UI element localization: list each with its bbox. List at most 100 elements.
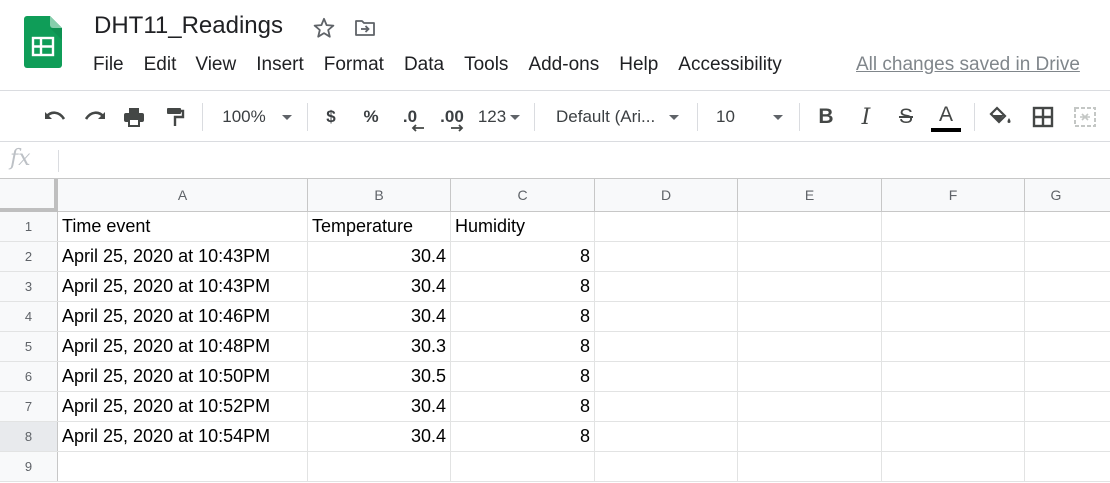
cell-g7[interactable] (1025, 392, 1110, 421)
google-sheets-logo[interactable] (24, 16, 62, 68)
formula-input[interactable] (66, 147, 1096, 175)
column-header-e[interactable]: E (738, 179, 882, 211)
redo-button[interactable] (80, 91, 110, 143)
paint-format-button[interactable] (160, 91, 190, 143)
cell-d3[interactable] (595, 272, 738, 301)
row-header[interactable]: 1 (0, 212, 58, 241)
cell-c2[interactable]: 8 (451, 242, 595, 271)
cell-a3[interactable]: April 25, 2020 at 10:43PM (58, 272, 308, 301)
cell-g9[interactable] (1025, 452, 1110, 481)
cell-d2[interactable] (595, 242, 738, 271)
star-icon[interactable] (312, 16, 336, 40)
cell-a9[interactable] (58, 452, 308, 481)
menu-edit[interactable]: Edit (144, 54, 177, 78)
cell-a7[interactable]: April 25, 2020 at 10:52PM (58, 392, 308, 421)
cell-f1[interactable] (882, 212, 1025, 241)
font-size-dropdown[interactable]: 10 (708, 91, 794, 143)
cell-d7[interactable] (595, 392, 738, 421)
cell-g2[interactable] (1025, 242, 1110, 271)
menu-insert[interactable]: Insert (256, 54, 304, 78)
cell-b3[interactable]: 30.4 (308, 272, 451, 301)
column-header-a[interactable]: A (58, 179, 308, 211)
cell-d1[interactable] (595, 212, 738, 241)
cell-g3[interactable] (1025, 272, 1110, 301)
cell-a6[interactable]: April 25, 2020 at 10:50PM (58, 362, 308, 391)
cell-d9[interactable] (595, 452, 738, 481)
menu-tools[interactable]: Tools (464, 54, 508, 78)
cell-g1[interactable] (1025, 212, 1110, 241)
menu-add-ons[interactable]: Add-ons (528, 54, 599, 78)
column-header-g[interactable]: G (1025, 179, 1110, 211)
italic-button[interactable]: I (852, 91, 880, 143)
cell-a1[interactable]: Time event (58, 212, 308, 241)
cell-b4[interactable]: 30.4 (308, 302, 451, 331)
borders-button[interactable] (1028, 91, 1058, 143)
cell-c9[interactable] (451, 452, 595, 481)
row-header[interactable]: 9 (0, 452, 58, 481)
row-header[interactable]: 8 (0, 422, 58, 451)
cell-a8[interactable]: April 25, 2020 at 10:54PM (58, 422, 308, 451)
decrease-decimal-button[interactable]: .0 (394, 91, 426, 143)
cell-f3[interactable] (882, 272, 1025, 301)
cell-g4[interactable] (1025, 302, 1110, 331)
text-color-button[interactable]: A (928, 91, 964, 143)
bold-button[interactable]: B (812, 91, 840, 143)
cell-e6[interactable] (738, 362, 882, 391)
cell-d8[interactable] (595, 422, 738, 451)
format-currency-button[interactable]: $ (318, 91, 344, 143)
cell-e4[interactable] (738, 302, 882, 331)
row-header[interactable]: 5 (0, 332, 58, 361)
cell-g6[interactable] (1025, 362, 1110, 391)
undo-button[interactable] (40, 91, 70, 143)
cell-e3[interactable] (738, 272, 882, 301)
cell-d6[interactable] (595, 362, 738, 391)
column-header-b[interactable]: B (308, 179, 451, 211)
cell-f2[interactable] (882, 242, 1025, 271)
column-header-d[interactable]: D (595, 179, 738, 211)
cell-f9[interactable] (882, 452, 1025, 481)
strikethrough-button[interactable]: S (892, 91, 920, 143)
cell-g8[interactable] (1025, 422, 1110, 451)
cell-e8[interactable] (738, 422, 882, 451)
fill-color-button[interactable] (986, 91, 1016, 143)
menu-file[interactable]: File (93, 54, 124, 78)
cell-b7[interactable]: 30.4 (308, 392, 451, 421)
cell-e9[interactable] (738, 452, 882, 481)
column-header-c[interactable]: C (451, 179, 595, 211)
cell-e2[interactable] (738, 242, 882, 271)
cell-g5[interactable] (1025, 332, 1110, 361)
cell-b8[interactable]: 30.4 (308, 422, 451, 451)
cell-b9[interactable] (308, 452, 451, 481)
column-header-f[interactable]: F (882, 179, 1025, 211)
cell-e1[interactable] (738, 212, 882, 241)
cell-b6[interactable]: 30.5 (308, 362, 451, 391)
row-header[interactable]: 7 (0, 392, 58, 421)
menu-data[interactable]: Data (404, 54, 444, 78)
cell-e5[interactable] (738, 332, 882, 361)
menu-help[interactable]: Help (619, 54, 658, 78)
select-all-corner[interactable] (0, 179, 58, 212)
document-title[interactable]: DHT11_Readings (94, 12, 283, 40)
print-button[interactable] (119, 91, 149, 143)
cell-b5[interactable]: 30.3 (308, 332, 451, 361)
zoom-dropdown[interactable]: 100% (214, 91, 300, 143)
cell-f7[interactable] (882, 392, 1025, 421)
move-to-folder-icon[interactable] (354, 18, 376, 38)
merge-cells-button[interactable] (1070, 91, 1100, 143)
cell-c7[interactable]: 8 (451, 392, 595, 421)
row-header[interactable]: 3 (0, 272, 58, 301)
cell-f6[interactable] (882, 362, 1025, 391)
cell-b2[interactable]: 30.4 (308, 242, 451, 271)
row-header[interactable]: 6 (0, 362, 58, 391)
menu-accessibility[interactable]: Accessibility (678, 54, 781, 78)
cell-c6[interactable]: 8 (451, 362, 595, 391)
cell-c8[interactable]: 8 (451, 422, 595, 451)
save-status-link[interactable]: All changes saved in Drive (856, 54, 1080, 76)
cell-c1[interactable]: Humidity (451, 212, 595, 241)
more-formats-dropdown[interactable]: 123 (474, 91, 524, 143)
cell-d5[interactable] (595, 332, 738, 361)
cell-d4[interactable] (595, 302, 738, 331)
cell-c3[interactable]: 8 (451, 272, 595, 301)
cell-f5[interactable] (882, 332, 1025, 361)
row-header[interactable]: 4 (0, 302, 58, 331)
